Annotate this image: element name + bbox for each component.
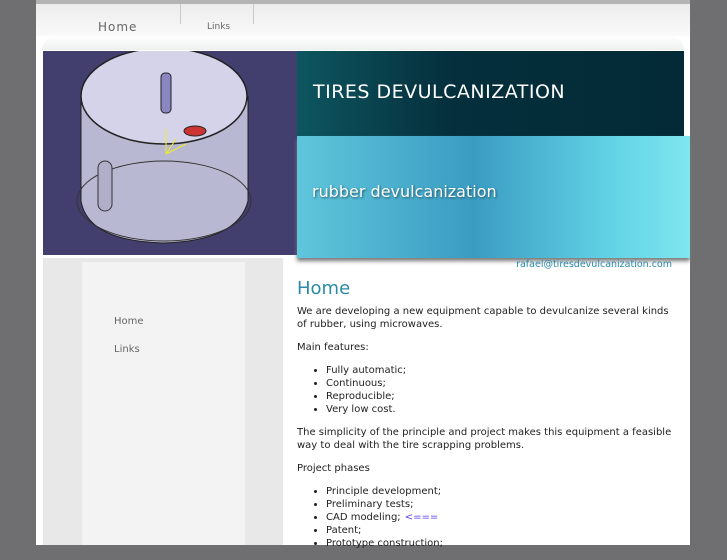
list-item: Very low cost. <box>326 403 677 416</box>
equipment-cad-image <box>43 47 297 255</box>
nav-divider <box>180 4 181 24</box>
list-item: Reproducible; <box>326 390 677 403</box>
main-content: Home We are developing a new equipment c… <box>297 278 677 560</box>
nav-glow <box>42 36 684 50</box>
banner-subtitle-area: rubber devulcanization <box>297 136 690 258</box>
simplicity-text: The simplicity of the principle and proj… <box>297 427 672 451</box>
phase-label: CAD modeling; <box>326 512 401 523</box>
phases-label: Project phases <box>297 463 370 474</box>
current-phase-marker: <=== <box>404 512 439 523</box>
list-item: Preliminary tests; <box>326 498 677 511</box>
features-label: Main features: <box>297 342 369 353</box>
phases-list: Principle development; Preliminary tests… <box>297 485 677 550</box>
page: Home Links TIRES DEVULCANIZATION rubber … <box>36 0 690 549</box>
nav-home[interactable]: Home <box>98 20 137 34</box>
site-subtitle: rubber devulcanization <box>312 182 497 201</box>
list-item: Continuous; <box>326 377 677 390</box>
banner-title-area: TIRES DEVULCANIZATION <box>297 51 684 136</box>
sidebar: Home Links <box>43 258 283 545</box>
list-item: Fully automatic; <box>326 364 677 377</box>
page-heading: Home <box>297 278 351 299</box>
features-list: Fully automatic; Continuous; Reproducibl… <box>297 364 677 416</box>
list-item: Prototype construction; <box>326 537 677 550</box>
list-item: Principle development; <box>326 485 677 498</box>
top-nav: Home Links <box>36 4 690 36</box>
site-title: TIRES DEVULCANIZATION <box>313 81 566 103</box>
nav-links[interactable]: Links <box>207 22 230 32</box>
intro-text: We are developing a new equipment capabl… <box>297 306 669 330</box>
sidebar-item-home[interactable]: Home <box>114 316 144 327</box>
list-item: Patent; <box>326 524 677 537</box>
sidebar-panel: Home Links <box>82 262 245 545</box>
list-item: CAD modeling;<=== <box>326 511 677 524</box>
nav-divider <box>253 4 254 24</box>
contact-email-link[interactable]: rafael@tiresdevulcanization.com <box>516 259 672 270</box>
sidebar-item-links[interactable]: Links <box>114 344 140 355</box>
